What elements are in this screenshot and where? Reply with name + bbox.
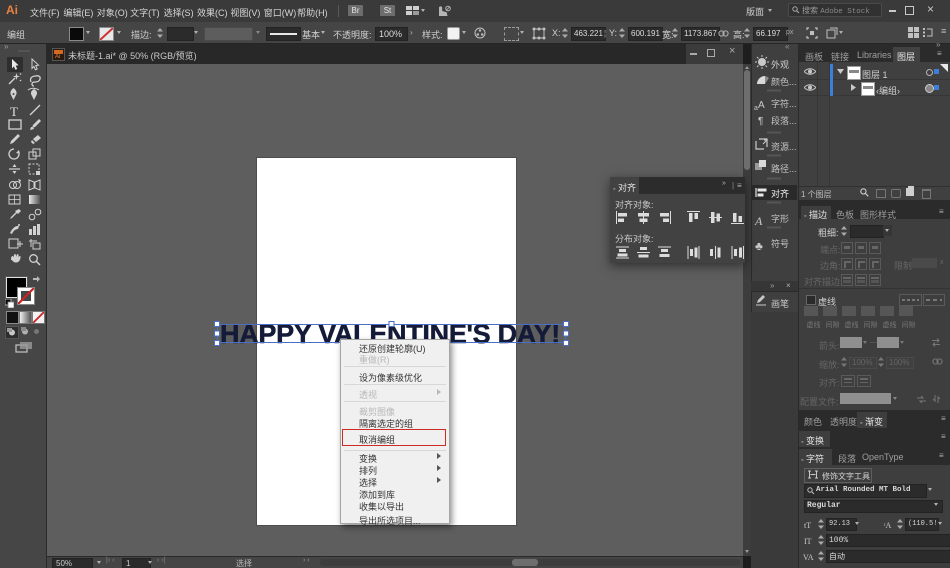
svg-text:¶: ¶ <box>758 116 763 127</box>
svg-text:A: A <box>758 100 765 111</box>
svg-text:ᵗA: ᵗA <box>884 521 892 529</box>
svg-text:Ai: Ai <box>55 54 60 60</box>
svg-text:VA: VA <box>803 553 814 561</box>
svg-text:A: A <box>754 214 763 228</box>
svg-text:T: T <box>10 104 18 119</box>
svg-text:♣: ♣ <box>755 239 763 253</box>
svg-text:tT: tT <box>804 521 811 529</box>
svg-text:IT: IT <box>804 537 812 545</box>
svg-text:a: a <box>754 105 758 112</box>
